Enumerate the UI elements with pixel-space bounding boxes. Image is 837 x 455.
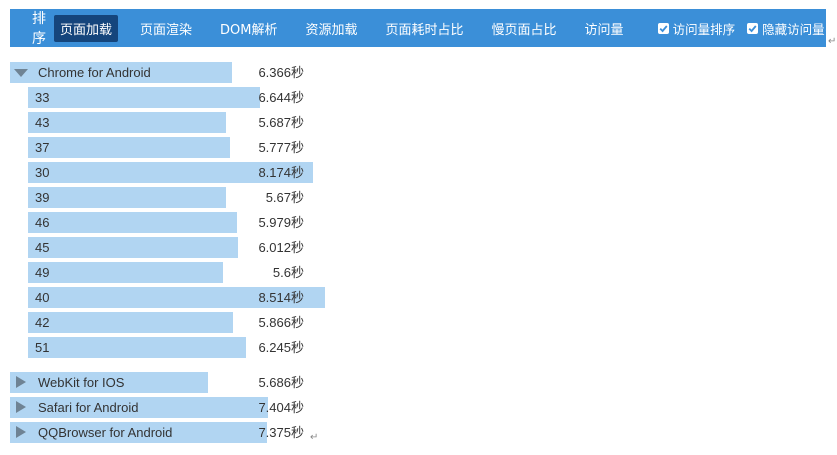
version-name: 40 — [35, 290, 50, 305]
load-time-value: 8.174秒 — [258, 165, 304, 180]
version-name: 33 — [35, 90, 50, 105]
load-time-value: 8.514秒 — [258, 290, 304, 305]
version-row: 42 5.866秒 — [0, 312, 320, 333]
version-row: 43 5.687秒 — [0, 112, 320, 133]
checkmark-icon — [748, 24, 757, 32]
value-bar — [28, 262, 223, 283]
load-time-value: 6.245秒 — [258, 340, 304, 355]
version-name: 42 — [35, 315, 50, 330]
load-time-value: 6.012秒 — [258, 240, 304, 255]
load-time-value: 5.67秒 — [265, 190, 304, 205]
value-bar — [28, 112, 226, 133]
group-name: WebKit for IOS — [38, 375, 125, 390]
toolbar: 排序 页面加载 页面渲染 DOM解析 资源加载 页面耗时占比 慢页面占比 访问量… — [10, 9, 837, 47]
hide-low-visits-checkbox[interactable] — [747, 22, 759, 34]
version-row: 39 5.67秒 — [0, 187, 320, 208]
load-time-value: 7.404秒 — [258, 400, 304, 415]
version-row: 37 5.777秒 — [0, 137, 320, 158]
group-row[interactable]: WebKit for IOS 5.686秒 — [0, 372, 320, 393]
load-time-value: 5.866秒 — [258, 315, 304, 330]
tab-dom-parse[interactable]: DOM解析 — [214, 15, 283, 42]
tab-resource-load[interactable]: 资源加载 — [300, 15, 364, 42]
version-row: 49 5.6秒 — [0, 262, 320, 283]
version-row: 33 6.644秒 — [0, 87, 320, 108]
load-time-value: 7.375秒 — [258, 425, 304, 440]
tab-page-load[interactable]: 页面加载 — [54, 14, 119, 42]
version-name: 51 — [35, 340, 50, 355]
load-time-value: 6.644秒 — [258, 90, 304, 105]
tab-page-time-ratio[interactable]: 页面耗时占比 — [380, 15, 470, 42]
caret-right-icon[interactable] — [14, 426, 28, 438]
caret-right-icon[interactable] — [14, 401, 28, 413]
group-name: Chrome for Android — [38, 65, 151, 80]
group-name: Safari for Android — [38, 400, 139, 415]
tab-slow-page-ratio[interactable]: 慢页面占比 — [486, 15, 563, 42]
version-name: 43 — [35, 115, 50, 130]
load-time-value: 5.687秒 — [258, 115, 304, 130]
value-bar — [28, 137, 230, 158]
group-row[interactable]: Safari for Android 7.404秒 — [0, 397, 320, 418]
group-row[interactable]: QQBrowser for Android 7.375秒 — [0, 422, 320, 443]
value-bar — [28, 212, 237, 233]
version-name: 49 — [35, 265, 50, 280]
version-name: 45 — [35, 240, 50, 255]
group-row[interactable]: Chrome for Android 6.366秒 — [0, 62, 320, 83]
version-name: 39 — [35, 190, 50, 205]
load-time-value: 5.979秒 — [258, 215, 304, 230]
value-bar — [28, 187, 226, 208]
caret-down-icon[interactable] — [14, 68, 28, 80]
sort-by-visits-option[interactable]: 访问量排序 — [657, 19, 736, 38]
value-bar — [28, 337, 246, 358]
version-row: 46 5.979秒 — [0, 212, 320, 233]
paragraph-mark: ↵ — [310, 432, 319, 443]
hide-low-visits-label: 隐藏访问量<1% — [762, 21, 837, 37]
load-time-value: 5.777秒 — [258, 140, 304, 155]
version-row: 45 6.012秒 — [0, 237, 320, 258]
checkmark-icon — [659, 24, 668, 32]
group-name: QQBrowser for Android — [38, 425, 173, 440]
version-name: 46 — [35, 215, 50, 230]
load-time-value: 6.366秒 — [258, 65, 304, 80]
version-name: 30 — [35, 165, 50, 180]
paragraph-mark: ↵ — [828, 36, 837, 47]
tab-page-render[interactable]: 页面渲染 — [134, 15, 198, 42]
sort-label: 排序 — [32, 11, 46, 47]
version-row: 30 8.174秒 — [0, 162, 320, 183]
version-row: 40 8.514秒 — [0, 287, 325, 308]
sort-by-visits-label: 访问量排序 — [672, 21, 736, 37]
toolbar-options: 访问量排序 隐藏访问量<1% — [646, 19, 837, 38]
caret-right-icon[interactable] — [14, 376, 28, 388]
load-time-value: 5.686秒 — [258, 375, 304, 390]
version-name: 37 — [35, 140, 50, 155]
value-bar — [28, 237, 238, 258]
value-bar — [28, 312, 233, 333]
sort-by-visits-checkbox[interactable] — [657, 22, 669, 34]
hide-low-visits-option[interactable]: 隐藏访问量<1% — [747, 19, 837, 38]
tab-visits[interactable]: 访问量 — [579, 15, 630, 42]
version-row: 51 6.245秒 — [0, 337, 320, 358]
load-time-value: 5.6秒 — [272, 265, 304, 280]
